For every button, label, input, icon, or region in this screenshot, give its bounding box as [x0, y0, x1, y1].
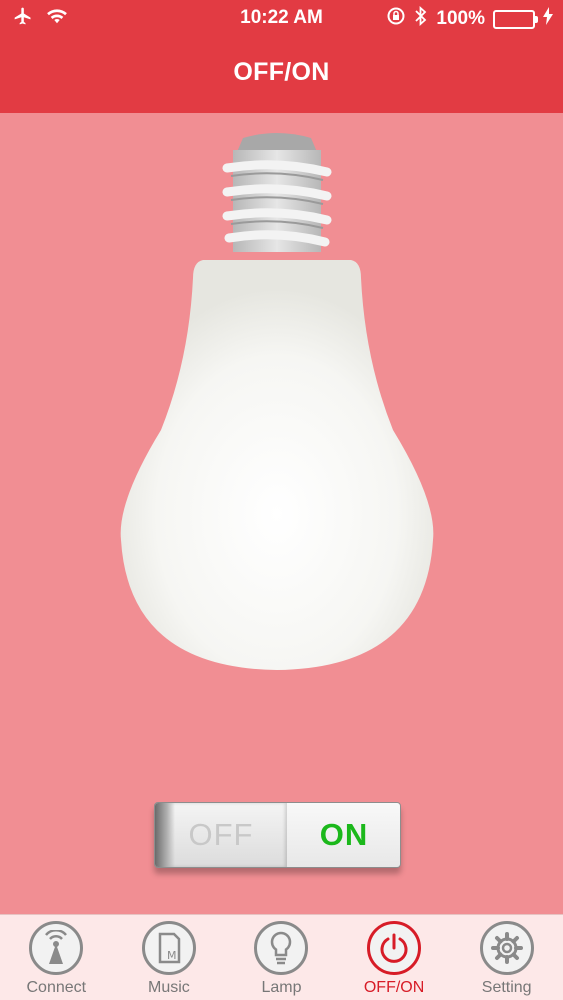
tab-label: Connect	[26, 979, 87, 996]
connect-icon	[29, 921, 84, 975]
music-icon: M	[141, 921, 196, 975]
tab-connect[interactable]: Connect	[0, 915, 113, 1000]
page-title: OFF/ON	[233, 58, 330, 86]
charging-icon	[543, 7, 553, 31]
light-bulb-image[interactable]	[115, 130, 440, 675]
tab-label: Music	[148, 979, 190, 996]
tab-music[interactable]: M Music	[113, 915, 226, 1000]
tab-label: Lamp	[261, 979, 302, 996]
power-icon	[367, 921, 422, 975]
tab-label: OFF/ON	[363, 979, 425, 996]
tab-label: Setting	[481, 979, 532, 996]
switch-off-label[interactable]: OFF	[155, 803, 287, 867]
tab-bar: Connect M Music Lamp OFF/ON Setting	[0, 914, 563, 1000]
battery-percent: 100%	[436, 8, 485, 29]
rotation-lock-icon	[386, 6, 406, 32]
switch-on-label[interactable]: ON	[287, 803, 400, 867]
header: 10:22 AM 100% OFF/ON	[0, 0, 563, 113]
tab-off-on[interactable]: OFF/ON	[338, 915, 451, 1000]
setting-icon	[479, 921, 534, 975]
lamp-icon	[254, 921, 309, 975]
battery-icon	[493, 9, 538, 29]
svg-text:M: M	[167, 949, 177, 962]
power-toggle-switch[interactable]: OFF ON	[154, 802, 401, 868]
tab-setting[interactable]: Setting	[450, 915, 563, 1000]
status-bar: 10:22 AM 100%	[0, 0, 563, 36]
bluetooth-icon	[414, 5, 428, 32]
tab-lamp[interactable]: Lamp	[225, 915, 338, 1000]
